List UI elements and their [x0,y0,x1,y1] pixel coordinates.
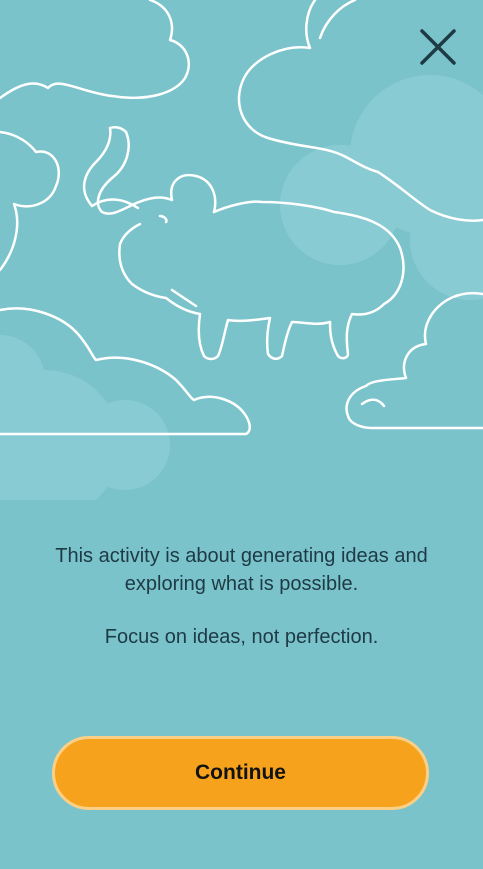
activity-intro-screen: This activity is about generating ideas … [0,0,483,869]
activity-description-text: This activity is about generating ideas … [55,545,428,595]
close-icon [420,29,456,65]
close-button[interactable] [413,22,463,72]
continue-button[interactable]: Continue [52,736,429,810]
focus-ideas-text: Focus on ideas, not perfection. [104,626,379,648]
elephant-in-clouds-icon [0,0,483,500]
